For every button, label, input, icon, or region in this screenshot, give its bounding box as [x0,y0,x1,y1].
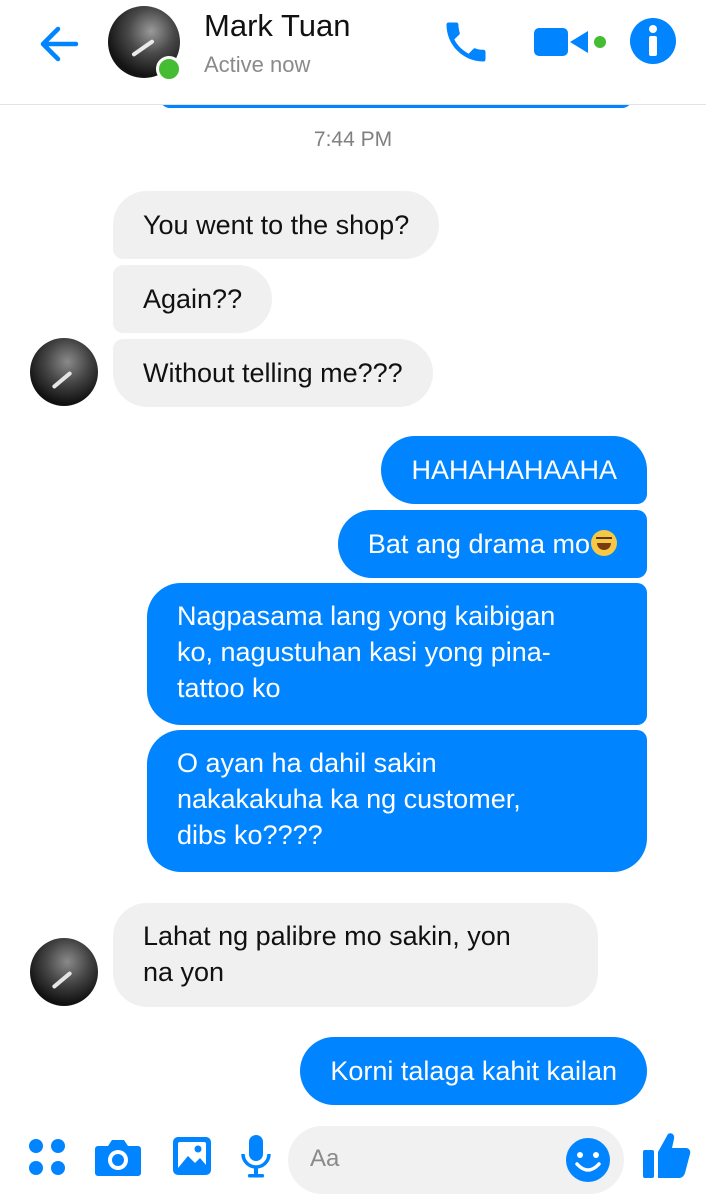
message-text: HAHAHAHAAHA [411,455,617,485]
message-composer: Aa [0,1110,706,1200]
contact-avatar-small[interactable] [30,938,98,1006]
microphone-icon[interactable] [238,1132,274,1185]
emoji-icon[interactable] [564,1136,612,1184]
active-status: Active now [204,52,311,77]
sent-message-bubble[interactable]: Bat ang drama mo [337,510,647,578]
message-text: You went to the shop? [143,210,410,240]
contact-avatar-small[interactable] [30,338,98,406]
received-message-bubble[interactable]: Lahat ng palibre mo sakin, yon na yon [113,903,598,1007]
timestamp: 7:44 PM [313,128,393,151]
received-message-bubble[interactable]: Again?? [113,265,273,333]
message-text: Without telling me??? [143,358,403,388]
message-text: O ayan ha dahil sakin nakakakuha ka ng c… [177,748,521,850]
message-text: Bat ang drama mo [367,529,590,559]
camera-icon[interactable] [94,1134,142,1183]
contact-avatar[interactable] [108,6,182,82]
apps-grid-icon[interactable] [26,1136,68,1183]
phone-icon[interactable] [440,16,492,68]
thumbs-up-icon[interactable] [640,1128,694,1187]
sent-message-bubble[interactable]: Korni talaga kahit kailan [300,1037,647,1105]
video-camera-icon[interactable] [532,22,612,62]
info-icon[interactable] [628,16,678,66]
back-arrow-icon[interactable] [34,20,86,68]
online-status-dot [156,56,182,82]
message-text: Nagpasama lang yong kaibigan ko, nagustu… [177,601,556,703]
received-message-bubble[interactable]: You went to the shop? [113,191,440,259]
received-message-bubble[interactable]: Without telling me??? [113,339,433,407]
message-text: Again?? [143,284,243,314]
conversation-header: Mark Tuan Active now [0,0,706,105]
sent-message-bubble[interactable]: HAHAHAHAAHA [381,436,647,504]
message-input[interactable]: Aa [288,1126,624,1194]
message-text: Lahat ng palibre mo sakin, yon na yon [143,921,511,987]
gallery-icon[interactable] [170,1134,214,1183]
laughing-emoji-icon [591,530,617,556]
input-placeholder: Aa [310,1145,340,1172]
contact-name[interactable]: Mark Tuan [204,8,350,44]
sent-message-bubble[interactable]: Nagpasama lang yong kaibigan ko, nagustu… [147,583,647,725]
sent-message-bubble[interactable]: O ayan ha dahil sakin nakakakuha ka ng c… [147,730,647,872]
message-text: Korni talaga kahit kailan [330,1056,617,1086]
